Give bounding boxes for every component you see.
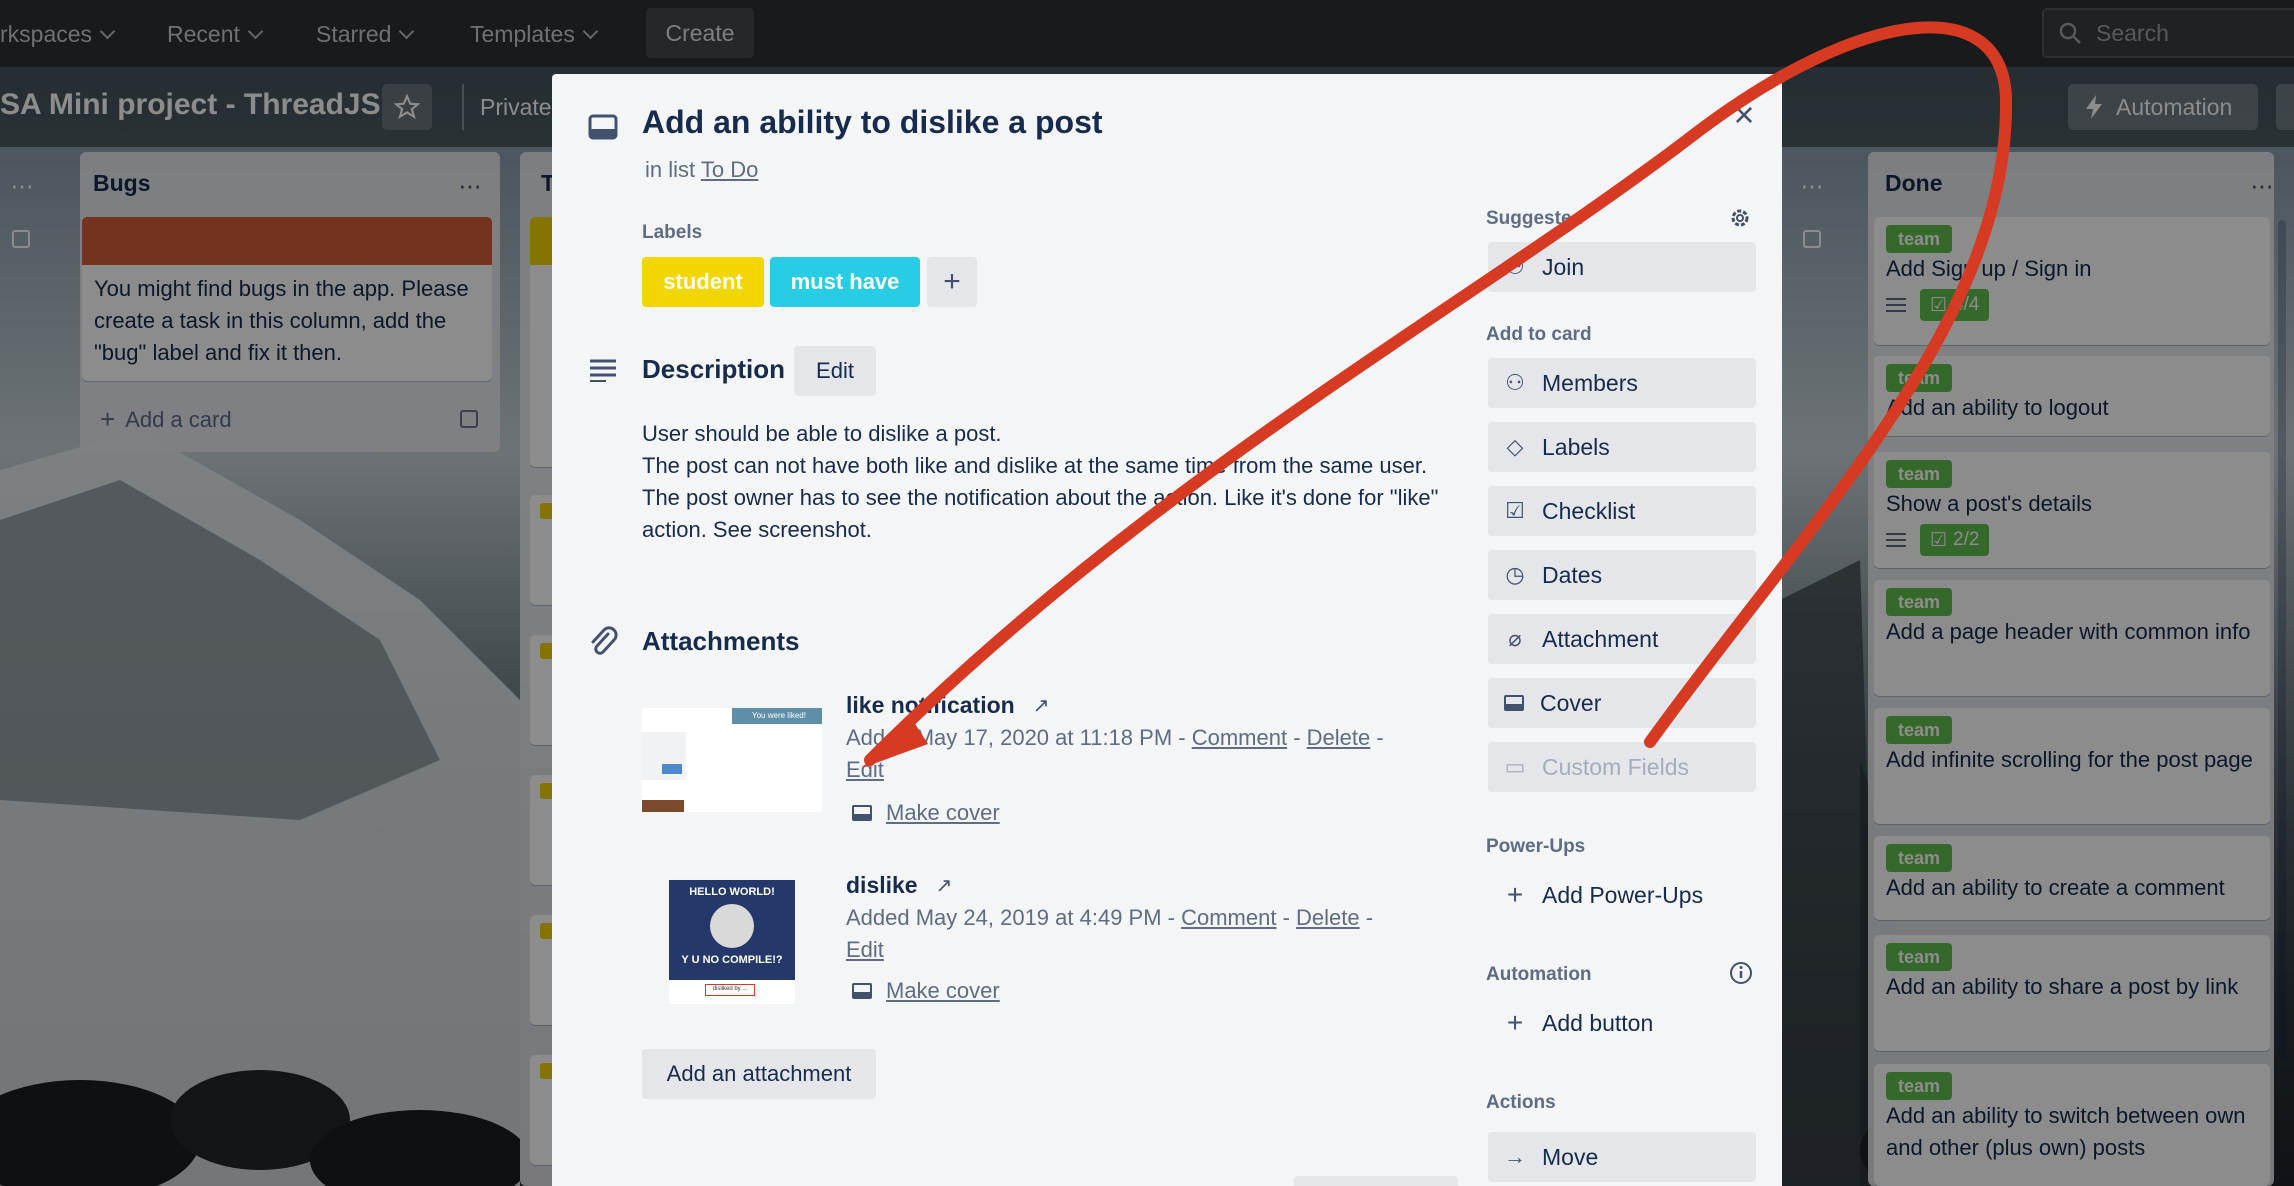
description-icon <box>590 359 616 382</box>
automation-heading: Automation <box>1486 964 1592 985</box>
suggested-heading: Suggested <box>1486 208 1584 229</box>
custom-fields-button[interactable]: ▭ Custom Fields <box>1488 742 1756 792</box>
make-cover-button[interactable]: Make cover <box>852 978 1000 1004</box>
description-line: User should be able to dislike a post. <box>642 421 1002 446</box>
edit-description-button[interactable]: Edit <box>794 346 876 396</box>
actions-heading: Actions <box>1486 1092 1556 1113</box>
close-icon[interactable]: × <box>1728 97 1760 133</box>
cover-button[interactable]: Cover <box>1488 678 1756 728</box>
custom-fields-icon: ▭ <box>1504 754 1526 779</box>
thumb-note: disliked by ... <box>705 984 755 996</box>
attachment-delete-link[interactable]: Delete <box>1307 725 1371 750</box>
add-power-ups-label: Add Power-Ups <box>1542 881 1704 908</box>
attachment-date: Added May 17, 2020 at 11:18 PM - <box>846 725 1186 750</box>
external-link-icon[interactable]: ↗ <box>1033 693 1050 718</box>
attachment-edit-link[interactable]: Edit <box>846 757 884 782</box>
separator: - <box>1293 725 1301 750</box>
cover-label: Cover <box>1540 689 1602 716</box>
card-detail-modal: Add an ability to dislike a post in list… <box>552 74 1782 1186</box>
join-button[interactable]: ⚇ Join <box>1488 242 1756 292</box>
paperclip-icon <box>591 626 618 655</box>
attachment-meta: Added May 17, 2020 at 11:18 PM - Comment… <box>846 722 1426 786</box>
external-link-icon[interactable]: ↗ <box>936 873 953 898</box>
checklist-label: Checklist <box>1542 497 1636 524</box>
move-label: Move <box>1542 1143 1599 1170</box>
thumb-bottom-text: Y U NO COMPILE!? <box>681 954 783 966</box>
dates-button[interactable]: ◷ Dates <box>1488 550 1756 600</box>
label-student[interactable]: student <box>642 257 764 307</box>
add-power-ups-button[interactable]: + Add Power-Ups <box>1488 870 1756 920</box>
card-icon <box>588 114 618 140</box>
person-icon: ⚇ <box>1505 370 1525 395</box>
hidden-button-edge[interactable] <box>1294 1176 1458 1186</box>
attachment-thumbnail-dislike[interactable]: HELLO WORLD! Y U NO COMPILE!? disliked b… <box>669 880 795 1004</box>
thumb-text: You were liked! <box>752 711 806 720</box>
thumb-button <box>662 764 682 774</box>
separator: - <box>1282 905 1290 930</box>
person-icon: ⚇ <box>1505 254 1525 279</box>
attachment-comment-link[interactable]: Comment <box>1181 905 1276 930</box>
members-label: Members <box>1542 369 1638 396</box>
cover-icon <box>852 805 872 821</box>
add-attachment-button[interactable]: Add an attachment <box>642 1049 876 1099</box>
separator: - <box>1376 725 1384 750</box>
paperclip-icon: ⌀ <box>1508 626 1522 651</box>
make-cover-label: Make cover <box>886 800 1000 825</box>
tag-icon: ◇ <box>1506 434 1524 459</box>
description-line: The post can not have both like and disl… <box>642 453 1428 478</box>
thumb-top-text: HELLO WORLD! <box>689 886 775 898</box>
add-to-card-heading: Add to card <box>1486 324 1592 345</box>
attachment-meta: Added May 24, 2019 at 4:49 PM - Comment … <box>846 902 1426 966</box>
cover-icon <box>852 983 872 999</box>
attachment-comment-link[interactable]: Comment <box>1192 725 1287 750</box>
attachment-thumbnail-like-notification[interactable]: You were liked! <box>642 708 822 812</box>
members-button[interactable]: ⚇ Members <box>1488 358 1756 408</box>
join-label: Join <box>1542 253 1585 280</box>
thumb-strip <box>642 800 684 812</box>
description-text[interactable]: User should be able to dislike a post. T… <box>642 418 1462 546</box>
attachment-name[interactable]: dislike <box>846 872 918 899</box>
plus-icon: + <box>1506 1007 1524 1038</box>
cover-icon <box>1504 695 1524 711</box>
power-ups-heading: Power-Ups <box>1486 836 1586 857</box>
attachment-name[interactable]: like notification <box>846 692 1015 719</box>
plus-icon: + <box>1506 879 1524 910</box>
in-list-prefix: in list <box>645 157 696 182</box>
list-link[interactable]: To Do <box>701 157 758 182</box>
make-cover-label: Make cover <box>886 978 1000 1003</box>
attachment-delete-link[interactable]: Delete <box>1296 905 1360 930</box>
description-line: The post owner has to see the notificati… <box>642 485 1439 542</box>
add-button-button[interactable]: + Add button <box>1488 998 1756 1048</box>
checkbox-icon: ☑ <box>1505 498 1525 523</box>
add-label-button[interactable]: + <box>927 257 977 307</box>
arrow-right-icon: → <box>1504 1144 1526 1169</box>
labels-label: Labels <box>1542 433 1610 460</box>
checklist-button[interactable]: ☑ Checklist <box>1488 486 1756 536</box>
attachment-title-row: like notification ↗ <box>846 692 1049 719</box>
info-icon[interactable] <box>1728 960 1754 986</box>
description-heading: Description <box>642 354 786 384</box>
card-title[interactable]: Add an ability to dislike a post <box>642 104 1103 141</box>
thumb-footer: disliked by ... <box>669 980 795 1004</box>
separator: - <box>1365 905 1374 930</box>
attachment-button[interactable]: ⌀ Attachment <box>1488 614 1756 664</box>
labels-button[interactable]: ◇ Labels <box>1488 422 1756 472</box>
dates-label: Dates <box>1542 561 1603 588</box>
card-list-info: in list To Do <box>645 157 758 183</box>
make-cover-button[interactable]: Make cover <box>852 800 1000 826</box>
label-must-have[interactable]: must have <box>770 257 920 307</box>
attachments-heading: Attachments <box>642 626 800 656</box>
attachment-edit-link[interactable]: Edit <box>846 937 884 962</box>
gear-icon[interactable] <box>1728 206 1752 230</box>
labels-heading: Labels <box>642 222 703 243</box>
custom-fields-label: Custom Fields <box>1542 753 1689 780</box>
move-button[interactable]: → Move <box>1488 1132 1756 1182</box>
attachment-date: Added May 24, 2019 at 4:49 PM - <box>846 905 1175 930</box>
meme-face <box>710 904 754 948</box>
thumb-banner: You were liked! <box>732 708 822 724</box>
clock-icon: ◷ <box>1505 562 1525 587</box>
attachment-title-row: dislike ↗ <box>846 872 952 899</box>
add-button-label: Add button <box>1542 1009 1654 1036</box>
attachment-label: Attachment <box>1542 625 1659 652</box>
